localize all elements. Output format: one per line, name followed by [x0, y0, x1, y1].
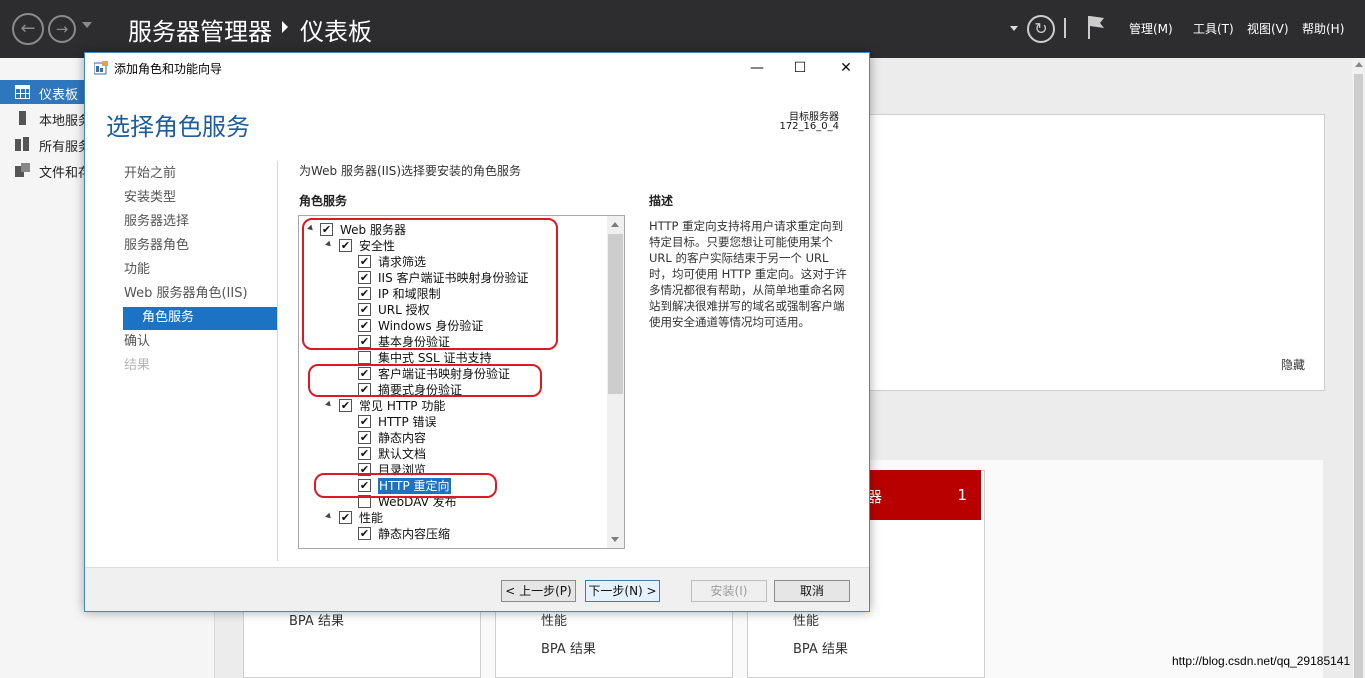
servers-icon: [15, 137, 29, 151]
scroll-down-icon[interactable]: [611, 537, 619, 542]
annotation-box: [308, 364, 542, 397]
step-server-selection[interactable]: 服务器选择: [123, 211, 277, 234]
sidebar-item-label: 仪表板: [39, 88, 79, 103]
tile-count: 1: [957, 486, 967, 504]
tree-item-label: 常见 HTTP 功能: [359, 399, 446, 413]
tree-item[interactable]: ✔ HTTP 错误: [299, 414, 605, 430]
page-heading: 选择角色服务: [106, 113, 250, 141]
server-icon: [19, 111, 26, 125]
maximize-button[interactable]: ☐: [785, 57, 815, 79]
dialog-title: 添加角色和功能向导: [114, 62, 223, 76]
menu-view[interactable]: 视图(V): [1247, 20, 1289, 37]
watermark: http://blog.csdn.net/qq_29185141: [1172, 654, 1351, 668]
minimize-button[interactable]: —: [742, 57, 772, 79]
tree-item[interactable]: ✔ 默认文档: [299, 446, 605, 462]
tile-line-bpa[interactable]: BPA 结果: [793, 638, 848, 657]
hide-link[interactable]: 隐藏: [1281, 356, 1305, 373]
target-server-value: 172_16_0_4: [779, 121, 839, 132]
step-features[interactable]: 功能: [123, 259, 277, 282]
tile-line-bpa[interactable]: BPA 结果: [289, 610, 344, 629]
description-text: HTTP 重定向支持将用户请求重定向到特定目标。只要您想让可能使用某个 URL …: [649, 219, 847, 329]
app-title: 服务器管理器: [128, 18, 272, 46]
welcome-panel: [865, 114, 1325, 391]
storage-icon: [15, 163, 30, 177]
title-bar: ← → 服务器管理器 仪表板 ↻ 管理(M) 工具(T) 视图(V) 帮助(H): [0, 0, 1365, 58]
tree-checkbox[interactable]: ✔: [358, 415, 371, 428]
annotation-box: [302, 218, 558, 350]
menu-help[interactable]: 帮助(H): [1302, 20, 1344, 37]
cancel-button[interactable]: 取消: [774, 580, 850, 602]
toolbar-divider: [1064, 18, 1066, 38]
notifications-flag-icon[interactable]: [1086, 14, 1106, 40]
tree-checkbox[interactable]: ✔: [339, 511, 352, 524]
tree-item-label: 性能: [359, 511, 384, 525]
menu-manage[interactable]: 管理(M): [1129, 20, 1173, 37]
add-roles-wizard-dialog: 添加角色和功能向导 — ☐ ✕ 选择角色服务 目标服务器 172_16_0_4 …: [84, 52, 870, 612]
history-dropdown-icon[interactable]: [82, 22, 92, 28]
close-button[interactable]: ✕: [831, 57, 861, 79]
dialog-footer: < 上一步(P) 下一步(N) > 安装(I) 取消: [85, 567, 869, 611]
step-installation-type[interactable]: 安装类型: [123, 187, 277, 210]
step-results: 结果: [124, 358, 151, 373]
dropdown-icon[interactable]: [1010, 26, 1018, 31]
main-scrollbar[interactable]: [1352, 58, 1365, 678]
tree-item[interactable]: ✔ 常见 HTTP 功能: [299, 398, 605, 414]
tile-line-performance[interactable]: 性能: [541, 610, 567, 629]
dashboard-icon: [15, 85, 30, 99]
collapse-triangle-icon[interactable]: [325, 400, 333, 409]
tree-item-label: 默认文档: [378, 447, 427, 461]
install-button: 安装(I): [691, 580, 767, 602]
page-title: 仪表板: [300, 18, 372, 46]
description-header: 描述: [649, 194, 674, 208]
tree-item-label: 静态内容压缩: [378, 527, 451, 541]
tree-item-label: 静态内容: [378, 431, 427, 445]
scroll-thumb[interactable]: [1354, 74, 1363, 678]
step-before-you-begin[interactable]: 开始之前: [123, 163, 277, 186]
tree-checkbox[interactable]: ✔: [358, 431, 371, 444]
scroll-up-icon[interactable]: [611, 222, 619, 227]
scroll-up-icon[interactable]: [1355, 62, 1363, 67]
instruction-text: 为Web 服务器(IIS)选择要安装的角色服务: [299, 164, 522, 178]
tree-checkbox[interactable]: ✔: [358, 447, 371, 460]
roles-header: 角色服务: [299, 194, 348, 208]
step-server-roles[interactable]: 服务器角色: [123, 235, 277, 258]
tile-line-performance[interactable]: 性能: [793, 610, 819, 629]
tree-item[interactable]: ✔ 性能: [299, 510, 605, 526]
previous-button[interactable]: < 上一步(P): [501, 580, 576, 602]
next-button[interactable]: 下一步(N) >: [585, 580, 660, 602]
wizard-icon: [94, 61, 108, 75]
annotation-box: [314, 473, 497, 498]
forward-arrow-icon[interactable]: →: [48, 15, 76, 43]
step-confirmation[interactable]: 确认: [123, 331, 277, 354]
refresh-icon[interactable]: ↻: [1027, 15, 1055, 43]
tree-checkbox[interactable]: ✔: [358, 527, 371, 540]
tree-item-label: HTTP 错误: [378, 415, 437, 429]
tile-line-bpa[interactable]: BPA 结果: [541, 638, 596, 657]
tree-item[interactable]: ✔ 静态内容压缩: [299, 526, 605, 542]
back-arrow-icon[interactable]: ←: [12, 13, 44, 45]
divider: [277, 161, 278, 561]
step-web-server-role[interactable]: Web 服务器角色(IIS): [123, 283, 277, 306]
scroll-thumb[interactable]: [608, 234, 623, 394]
step-role-services[interactable]: 角色服务: [123, 307, 277, 330]
breadcrumb-separator-icon: [282, 21, 288, 33]
tree-checkbox[interactable]: [358, 351, 371, 364]
tree-checkbox[interactable]: ✔: [339, 399, 352, 412]
tree-item[interactable]: ✔ 静态内容: [299, 430, 605, 446]
collapse-triangle-icon[interactable]: [325, 512, 333, 521]
tree-scrollbar[interactable]: [607, 216, 624, 548]
menu-tools[interactable]: 工具(T): [1193, 20, 1234, 37]
